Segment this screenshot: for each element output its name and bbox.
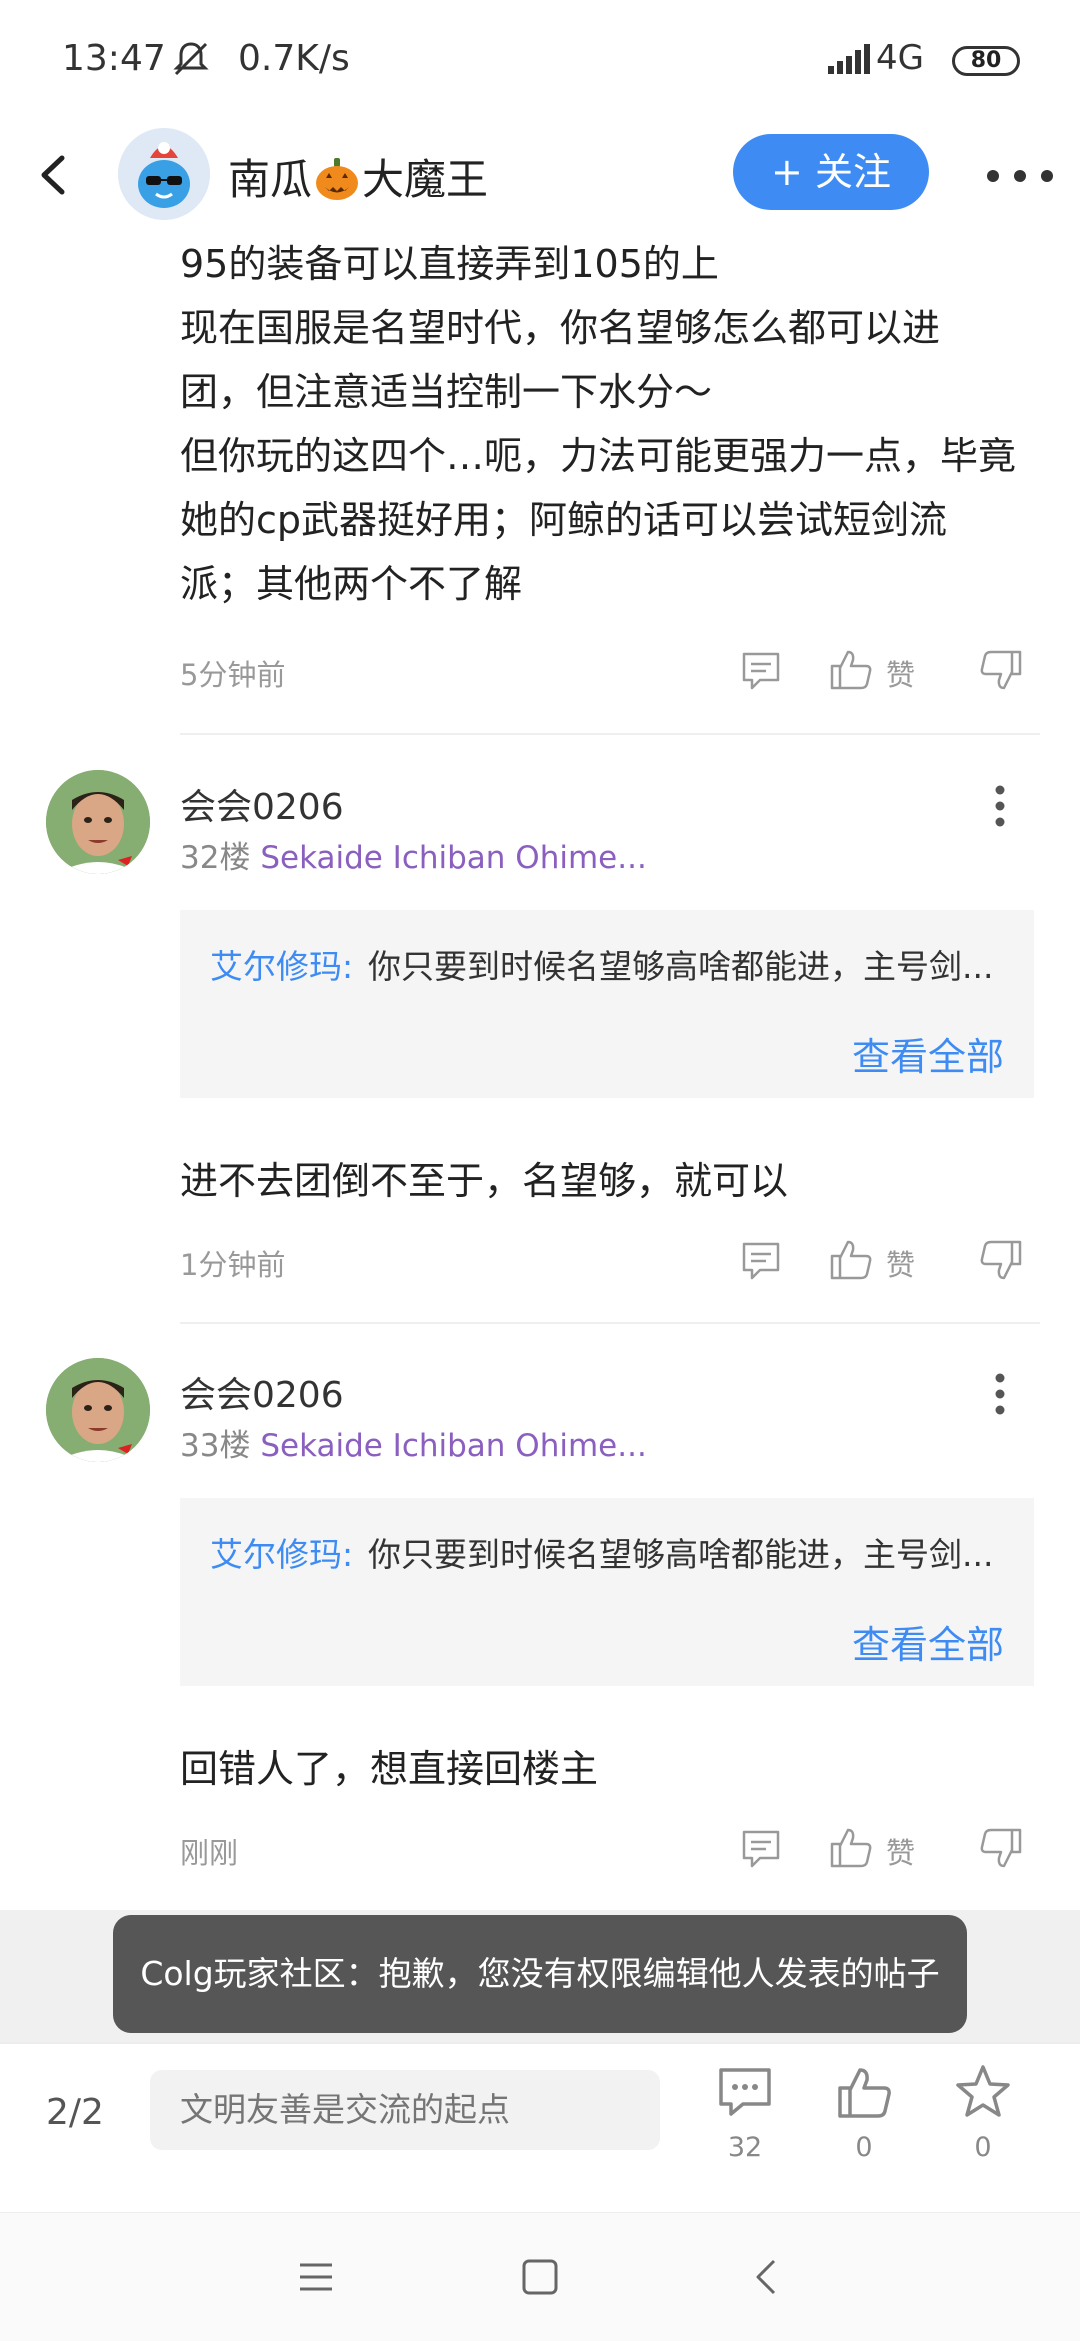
- post-time: 5分钟前: [180, 658, 286, 692]
- reply-floor-line: 33楼 Sekaide Ichiban Ohime...: [180, 1420, 647, 1465]
- page-indicator[interactable]: 2/2: [46, 2092, 104, 2133]
- reply-text: 进不去团倒不至于，名望够，就可以: [180, 1159, 789, 1203]
- post-line: 派；其他两个不了解: [180, 562, 523, 606]
- toast-message: Colg玩家社区：抱歉，您没有权限编辑他人发表的帖子: [113, 1915, 967, 2033]
- post-header: 南瓜 大魔王 + 关注: [0, 120, 1080, 230]
- post-line: 但你玩的这四个…呃，力法可能更强力一点，毕竟: [180, 434, 1017, 478]
- quote-box[interactable]: 艾尔修玛: 你只要到时候名望够高啥都能进，主号剑... 查看全部: [180, 1498, 1034, 1686]
- reply-input[interactable]: [150, 2070, 660, 2150]
- like-label[interactable]: 赞: [886, 1242, 915, 1284]
- quote-box[interactable]: 艾尔修玛: 你只要到时候名望够高啥都能进，主号剑... 查看全部: [180, 910, 1034, 1098]
- reply-text: 回错人了，想直接回楼主: [180, 1747, 599, 1791]
- view-all-link[interactable]: 查看全部: [852, 1614, 1004, 1669]
- more-icon[interactable]: [985, 168, 1055, 184]
- view-all-link[interactable]: 查看全部: [852, 1026, 1004, 1081]
- like-action[interactable]: 0: [819, 2062, 909, 2163]
- signal-icon: [828, 44, 870, 74]
- reply-more-icon[interactable]: [992, 1372, 1008, 1416]
- reply-floor: 33楼: [180, 1428, 251, 1464]
- favorite-action[interactable]: 0: [938, 2062, 1028, 2163]
- like-icon[interactable]: [828, 1236, 874, 1282]
- comments-action[interactable]: 32: [700, 2062, 790, 2163]
- comment-icon: [719, 2068, 771, 2116]
- reply-username[interactable]: 会会0206: [180, 778, 344, 830]
- like-icon: [838, 2068, 891, 2118]
- comment-icon[interactable]: [740, 1240, 782, 1282]
- reply-more-icon[interactable]: [992, 784, 1008, 828]
- pumpkin-icon: [316, 158, 359, 200]
- bottom-action-bar: 2/2 32 0 0: [0, 2042, 1080, 2212]
- nav-back-icon[interactable]: [746, 2255, 790, 2299]
- reply-target[interactable]: Sekaide Ichiban Ohime...: [260, 1428, 647, 1464]
- author-avatar[interactable]: [118, 128, 210, 220]
- dislike-icon[interactable]: [978, 1826, 1024, 1872]
- like-label[interactable]: 赞: [886, 1830, 915, 1872]
- comment-count: 32: [727, 2132, 763, 2163]
- favorite-count: 0: [974, 2132, 992, 2163]
- post-line: 团，但注意适当控制一下水分～: [180, 370, 713, 414]
- reply-item: 会会0206 33楼 Sekaide Ichiban Ohime... 艾尔修玛…: [0, 1358, 1080, 1878]
- mute-icon: [173, 42, 209, 76]
- reply-floor: 32楼: [180, 840, 251, 876]
- back-icon[interactable]: [30, 150, 80, 200]
- reply-time: 1分钟前: [180, 1248, 286, 1282]
- post-line: 她的cp武器挺好用；阿鲸的话可以尝试短剑流: [180, 498, 948, 542]
- star-icon: [956, 2065, 1010, 2117]
- dislike-icon[interactable]: [978, 648, 1024, 694]
- reply-target[interactable]: Sekaide Ichiban Ohime...: [260, 840, 647, 876]
- post-line: 95的装备可以直接弄到105的上: [180, 242, 719, 286]
- reply-time: 刚刚: [180, 1836, 239, 1870]
- status-bar: 13:47 0.7K/s 4G 80: [0, 0, 1080, 120]
- menu-icon[interactable]: [294, 2255, 338, 2299]
- reply-meta-row: 刚刚 赞: [180, 1818, 1040, 1878]
- reply-item: 会会0206 32楼 Sekaide Ichiban Ohime... 艾尔修玛…: [0, 770, 1080, 1290]
- author-name-part2: 大魔王: [362, 155, 489, 204]
- reply-floor-line: 32楼 Sekaide Ichiban Ohime...: [180, 832, 647, 877]
- reply-avatar[interactable]: [46, 1358, 150, 1462]
- reply-avatar[interactable]: [46, 770, 150, 874]
- like-icon[interactable]: [828, 1824, 874, 1870]
- home-icon[interactable]: [518, 2255, 562, 2299]
- author-name-part1: 南瓜: [228, 155, 313, 204]
- quote-text: 你只要到时候名望够高啥都能进，主号剑...: [368, 1535, 994, 1574]
- author-name[interactable]: 南瓜 大魔王: [228, 146, 488, 207]
- divider: [180, 733, 1040, 735]
- battery-indicator: 80: [952, 46, 1020, 76]
- like-count: 0: [855, 2132, 873, 2163]
- status-net-speed: 0.7K/s: [238, 38, 350, 79]
- quote-author[interactable]: 艾尔修玛:: [210, 1528, 353, 1576]
- like-label[interactable]: 赞: [886, 652, 915, 694]
- post-meta-row: 5分钟前 赞: [180, 640, 1040, 700]
- quote-text: 你只要到时候名望够高啥都能进，主号剑...: [368, 947, 994, 986]
- comment-icon[interactable]: [740, 650, 782, 692]
- comment-icon[interactable]: [740, 1828, 782, 1870]
- reply-username[interactable]: 会会0206: [180, 1366, 344, 1418]
- quote-author[interactable]: 艾尔修玛:: [210, 940, 353, 988]
- divider: [180, 1322, 1040, 1324]
- status-network: 4G: [876, 38, 924, 78]
- follow-button[interactable]: + 关注: [733, 134, 929, 210]
- reply-meta-row: 1分钟前 赞: [180, 1230, 1040, 1290]
- status-time: 13:47: [62, 38, 166, 79]
- like-icon[interactable]: [828, 646, 874, 692]
- post-body: 95的装备可以直接弄到105的上 现在国服是名望时代，你名望够怎么都可以进 团，…: [180, 232, 1040, 616]
- post-line: 现在国服是名望时代，你名望够怎么都可以进: [180, 306, 941, 350]
- system-nav-bar: [0, 2212, 1080, 2341]
- dislike-icon[interactable]: [978, 1238, 1024, 1284]
